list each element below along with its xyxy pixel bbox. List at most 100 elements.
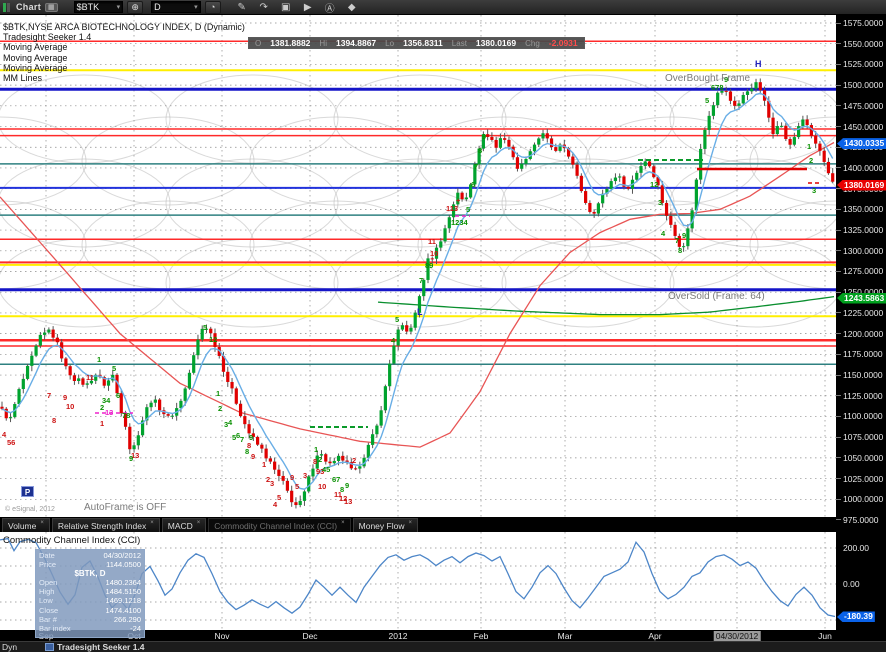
svg-text:45: 45 <box>322 465 330 474</box>
tab-relative-strength-index[interactable]: Relative Strength Index× <box>52 518 160 532</box>
tooltip-field-label: High <box>39 587 54 596</box>
axis-tick <box>836 105 841 106</box>
svg-text:12: 12 <box>209 335 217 344</box>
tab-label: Commodity Channel Index (CCI) <box>214 521 337 531</box>
tab-volume[interactable]: Volume × <box>2 518 50 532</box>
tab-close-icon[interactable]: × <box>341 520 345 526</box>
tab-label: Money Flow <box>359 521 405 531</box>
svg-text:8: 8 <box>52 416 56 425</box>
cci-panel-title: Commodity Channel Index (CCI) <box>3 535 140 546</box>
svg-text:9: 9 <box>251 452 255 461</box>
svg-text:6: 6 <box>116 391 120 400</box>
svg-text:9: 9 <box>345 481 349 490</box>
chevron-down-icon[interactable]: ▾ <box>194 3 198 11</box>
symbol-settings-button[interactable]: ⊕ <box>127 1 143 14</box>
price-tick-label: 1200.0000 <box>843 329 883 339</box>
quote-label: Hi <box>319 39 327 48</box>
axis-tick <box>836 457 841 458</box>
price-tick-label: 1050.0000 <box>843 453 883 463</box>
legend-row: Moving Average <box>3 63 245 73</box>
svg-text:9: 9 <box>482 132 486 141</box>
tooltip-field-value: 266.290 <box>114 615 141 624</box>
price-tick-label: 1275.0000 <box>843 266 883 276</box>
redo-button[interactable]: ↷ <box>255 2 273 13</box>
tooltip-field-value: 04/30/2012 <box>103 551 141 560</box>
tab-close-icon[interactable]: × <box>150 520 154 526</box>
ohlc-quote-strip: O1381.8882Hi1394.8867Lo1356.8311Last1380… <box>248 37 585 49</box>
overbought-label: OverBought Frame <box>665 73 750 84</box>
svg-text:8: 8 <box>245 447 249 456</box>
tab-close-icon[interactable]: × <box>408 520 412 526</box>
svg-text:H: H <box>755 59 762 69</box>
quote-note-button[interactable]: ▣ <box>277 2 295 13</box>
quote-value: 1356.8311 <box>403 38 443 48</box>
svg-text:1: 1 <box>100 419 104 428</box>
svg-text:5: 5 <box>466 205 470 214</box>
axis-tick <box>836 271 841 272</box>
svg-text:1: 1 <box>262 460 266 469</box>
candlestick-chart[interactable]: 7910811134561891234595389310111213211101… <box>0 15 836 517</box>
svg-text:2: 2 <box>352 456 356 465</box>
tab-label: Volume <box>8 521 36 531</box>
svg-text:5: 5 <box>277 493 281 502</box>
axis-tick <box>836 354 841 355</box>
axis-tick <box>836 64 841 65</box>
time-tick-label: 2012 <box>389 631 408 641</box>
price-tick-label: 1000.0000 <box>843 494 883 504</box>
time-tick-label: 04/30/2012 <box>714 631 761 641</box>
autoscale-button[interactable]: Ⓐ <box>321 0 339 15</box>
page-p-badge[interactable]: P <box>21 486 34 497</box>
svg-text:2: 2 <box>318 455 322 464</box>
tooltip-field-label: Low <box>39 596 53 605</box>
axis-tick <box>836 519 841 520</box>
axis-tick <box>836 188 841 189</box>
price-tick-label: 1525.0000 <box>843 59 883 69</box>
svg-text:7: 7 <box>240 435 244 444</box>
app-status-label: Tradesight Seeker 1.4 <box>57 642 144 652</box>
dynamic-mode-label: Dyn <box>2 642 17 652</box>
time-template-button[interactable]: ◔ <box>205 1 221 14</box>
time-tick-label: Nov <box>214 631 229 641</box>
tab-label: MACD <box>168 521 193 531</box>
interval-value: D <box>154 2 192 12</box>
tooltip-field-label: Bar index <box>39 624 71 633</box>
svg-text:5: 5 <box>395 315 399 324</box>
chevron-down-icon[interactable]: ▾ <box>117 3 121 11</box>
price-chart-panel[interactable]: 7910811134561891234595389310111213211101… <box>0 15 836 517</box>
interval-input[interactable]: D ▾ <box>151 1 201 13</box>
status-bar: Dyn Tradesight Seeker 1.4 <box>0 641 886 652</box>
tooltip-field-value: 1469.1218 <box>106 596 141 605</box>
tab-commodity-channel-index-cci-[interactable]: Commodity Channel Index (CCI) × <box>208 518 350 532</box>
svg-text:11: 11 <box>86 373 94 382</box>
play-circle-icon: ▶ <box>304 2 312 13</box>
clock-icon: ◔ <box>210 2 215 12</box>
app-status-item[interactable]: Tradesight Seeker 1.4 <box>45 642 144 652</box>
price-tick-label: 1125.0000 <box>843 391 883 401</box>
svg-text:5: 5 <box>112 364 116 373</box>
tab-money-flow[interactable]: Money Flow× <box>353 518 418 532</box>
svg-text:13: 13 <box>344 497 352 506</box>
replay-button[interactable]: ▶ <box>299 2 317 13</box>
last-price-label: 1380.0169 <box>837 180 886 191</box>
draw-tool-button[interactable]: ✎ <box>233 2 251 13</box>
price-axis[interactable]: 1575.00001550.00001525.00001500.00001475… <box>836 15 886 630</box>
seeker-mini-icon <box>45 643 54 651</box>
symbol-input[interactable]: $BTK ▾ <box>74 1 124 13</box>
svg-text:7: 7 <box>419 276 423 285</box>
tab-macd[interactable]: MACD × <box>162 518 207 532</box>
tab-close-icon[interactable]: × <box>197 520 201 526</box>
legend-row: MM Lines <box>3 73 245 83</box>
svg-text:9: 9 <box>290 473 294 482</box>
price-tick-label: 1500.0000 <box>843 80 883 90</box>
cci-last-label: -180.39 <box>837 611 875 622</box>
tab-close-icon[interactable]: × <box>40 520 44 526</box>
svg-text:13: 13 <box>105 408 113 417</box>
chart-window: Chart ▦ $BTK ▾ ⊕ D ▾ ◔ ✎ ↷ ▣ ▶ Ⓐ ◆ 79108… <box>0 0 886 652</box>
indicator-tabstrip: Volume×Relative Strength Index×MACD×Comm… <box>0 517 836 532</box>
price-tick-label: 1100.0000 <box>843 411 883 421</box>
legend: $BTK,NYSE ARCA BIOTECHNOLOGY INDEX, D (D… <box>3 22 245 83</box>
erase-button[interactable]: ◆ <box>343 2 361 13</box>
symbol-value: $BTK <box>77 2 115 12</box>
axis-tick <box>836 333 841 334</box>
price-tick-label: 1475.0000 <box>843 101 883 111</box>
